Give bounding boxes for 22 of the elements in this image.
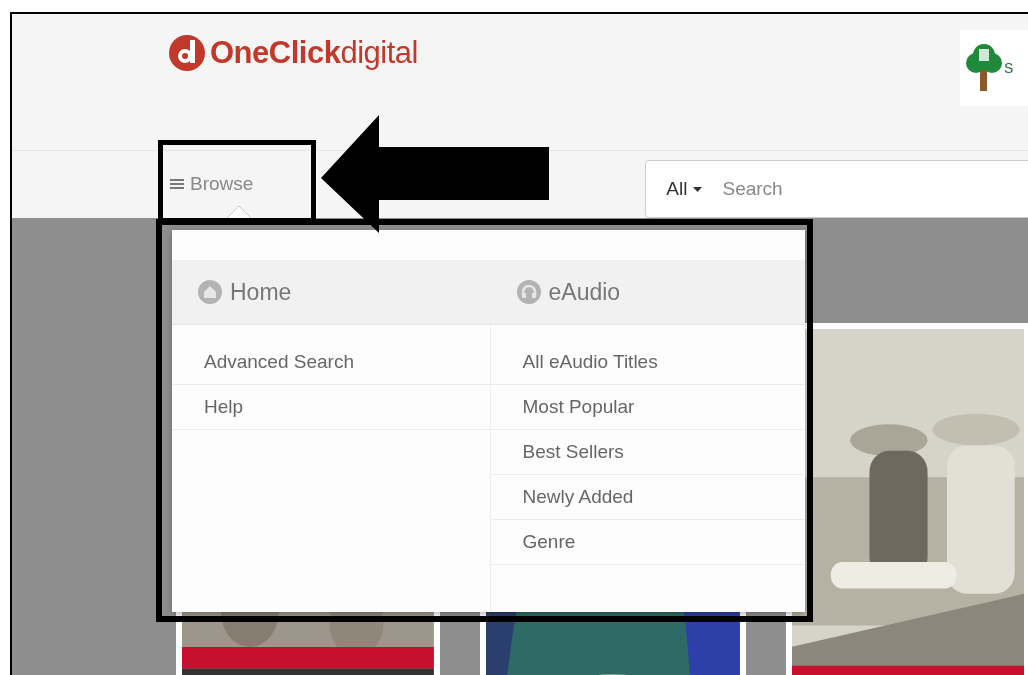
menu-item[interactable]: Help bbox=[172, 385, 490, 430]
menu-item[interactable]: Most Popular bbox=[490, 385, 805, 430]
browse-button[interactable]: Browse bbox=[170, 173, 254, 195]
menu-item[interactable]: All eAudio Titles bbox=[490, 340, 805, 385]
menu-item[interactable]: Best Sellers bbox=[490, 430, 805, 475]
menu-item[interactable]: Advanced Search bbox=[172, 340, 490, 385]
menu-heading[interactable]: Home bbox=[172, 260, 490, 325]
library-name: S bbox=[1004, 60, 1014, 76]
menu-icon bbox=[170, 178, 184, 190]
search-field[interactable]: All Search bbox=[645, 160, 1028, 218]
tree-icon bbox=[964, 43, 1004, 93]
logo[interactable]: OneClickdigital bbox=[168, 34, 418, 72]
scope-dropdown[interactable]: All bbox=[646, 178, 721, 200]
logo-icon bbox=[168, 34, 206, 72]
library-logo[interactable]: S bbox=[960, 30, 1028, 106]
menu-heading[interactable]: eAudio bbox=[490, 260, 805, 325]
caret-icon bbox=[693, 186, 703, 192]
home-icon bbox=[198, 280, 222, 304]
menu-item[interactable]: Newly Added bbox=[490, 475, 805, 520]
headphones-icon bbox=[516, 280, 541, 304]
logo-text: OneClickdigital bbox=[210, 35, 418, 71]
menu-item[interactable]: Genre bbox=[490, 520, 805, 565]
